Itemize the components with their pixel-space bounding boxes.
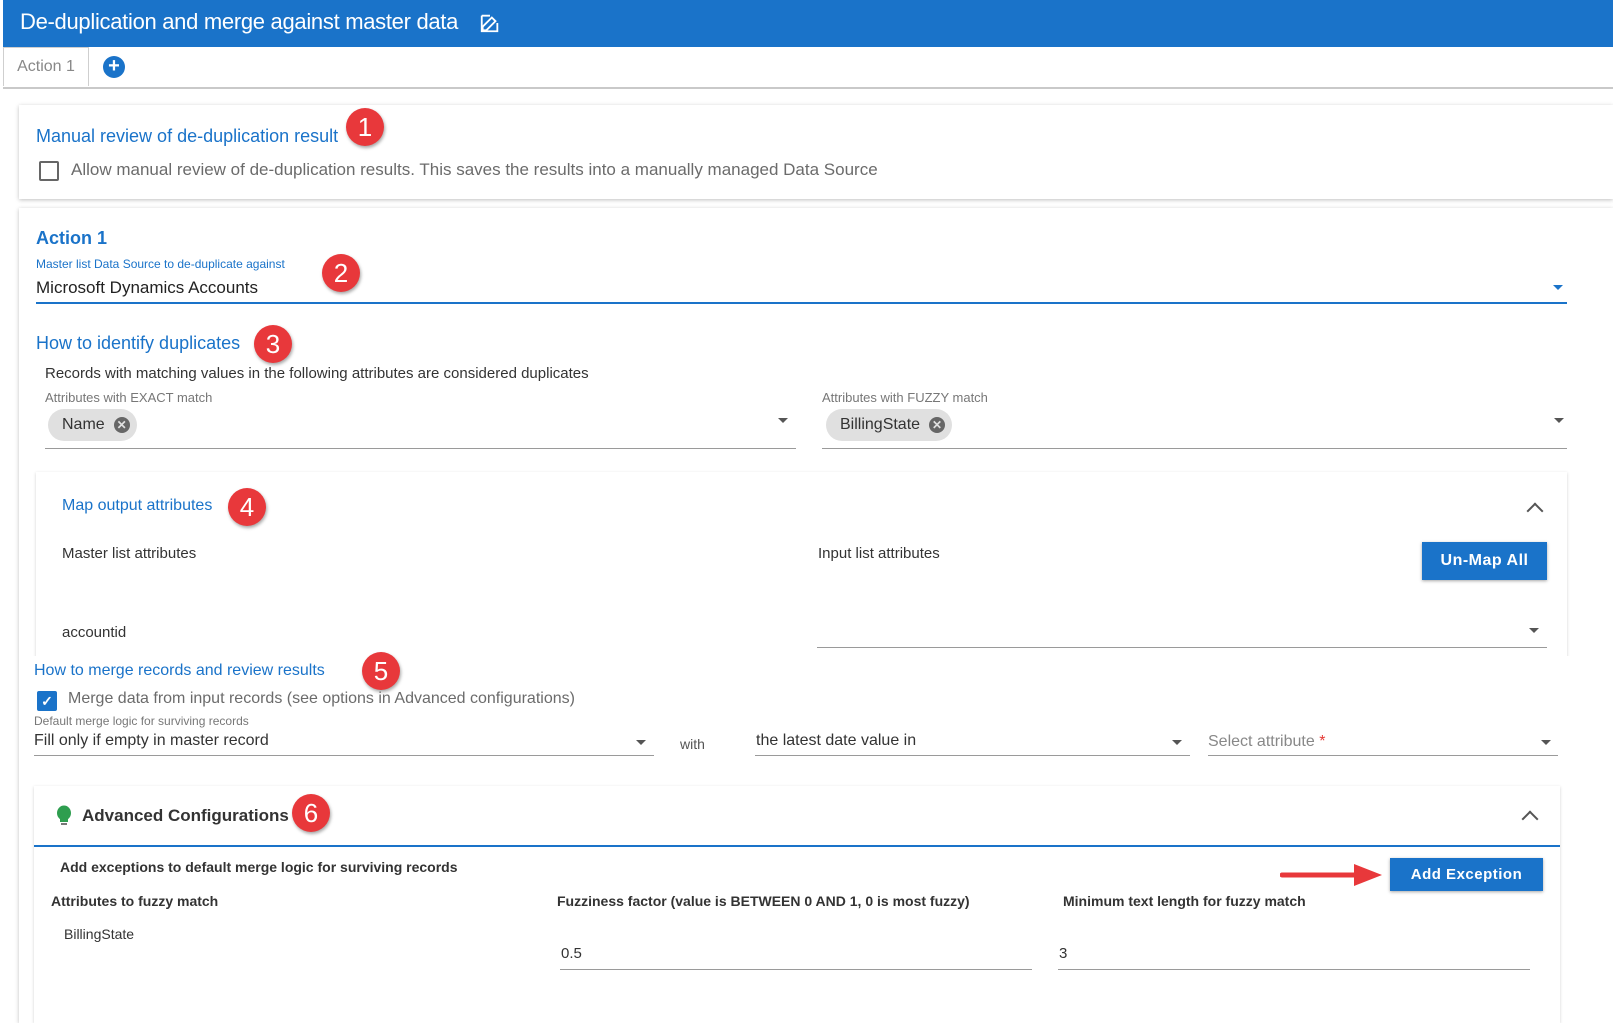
step-badge-6: 6	[292, 794, 330, 832]
chevron-down-icon[interactable]	[778, 418, 788, 423]
lightbulb-icon	[57, 805, 71, 825]
chevron-down-icon[interactable]	[1172, 740, 1182, 745]
map-output-heading[interactable]: Map output attributes	[62, 497, 212, 515]
master-source-underline	[36, 302, 1567, 304]
master-attributes-header: Master list attributes	[62, 545, 197, 562]
step-badge-3: 3	[254, 325, 292, 363]
merge-logic-label: Default merge logic for surviving record…	[34, 714, 249, 728]
remove-chip-icon[interactable]: ✕	[113, 417, 130, 433]
manual-review-heading: Manual review of de-duplication result	[36, 126, 339, 146]
step-badge-4: 4	[228, 488, 266, 526]
tab-action-1[interactable]: Action 1	[3, 47, 89, 86]
unmap-all-button[interactable]: Un-Map All	[1422, 542, 1547, 580]
fuzzy-match-label: Attributes with FUZZY match	[822, 390, 988, 405]
with-label: with	[680, 736, 705, 752]
advanced-config-title[interactable]: Advanced Configurations	[82, 806, 289, 826]
map-row-underline	[817, 647, 1547, 648]
step-badge-5: 5	[362, 652, 400, 690]
select-attribute-placeholder: Select attribute	[1208, 733, 1315, 750]
master-source-select[interactable]: Microsoft Dynamics Accounts	[36, 278, 258, 298]
action-title: Action 1	[36, 228, 108, 248]
merge-logic-select[interactable]: Fill only if empty in master record	[34, 732, 269, 750]
fuzzy-row-attribute: BillingState	[64, 926, 135, 942]
chevron-down-icon[interactable]	[1541, 740, 1551, 745]
exact-chip[interactable]: Name ✕	[48, 409, 137, 441]
fuzzy-underline	[822, 448, 1567, 449]
exact-chip-label: Name	[62, 416, 105, 433]
tab-bar: Action 1 +	[3, 47, 1613, 89]
min-text-length-underline	[1058, 969, 1530, 970]
chevron-down-icon[interactable]	[1554, 418, 1564, 423]
remove-chip-icon[interactable]: ✕	[929, 417, 946, 433]
fuzzy-chip-label: BillingState	[840, 416, 921, 433]
app-header: De-duplication and merge against master …	[3, 0, 1613, 47]
exceptions-label: Add exceptions to default merge logic fo…	[60, 859, 458, 875]
date-logic-select[interactable]: the latest date value in	[756, 732, 916, 750]
master-source-label: Master list Data Source to de-duplicate …	[36, 257, 285, 271]
fuzzy-chip[interactable]: BillingState ✕	[826, 409, 953, 441]
chevron-down-icon[interactable]	[1529, 628, 1539, 633]
step-badge-1: 1	[346, 108, 384, 146]
merge-checkbox-label: Merge data from input records (see optio…	[68, 690, 575, 707]
identify-heading: How to identify duplicates	[36, 333, 241, 353]
map-output-panel	[36, 472, 1567, 658]
merge-heading: How to merge records and review results	[34, 662, 325, 679]
merge-logic-underline	[34, 755, 654, 756]
exact-match-label: Attributes with EXACT match	[45, 390, 213, 405]
page-title: De-duplication and merge against master …	[20, 9, 459, 34]
select-attribute-select[interactable]: Select attribute *	[1208, 733, 1325, 751]
manual-review-card: Manual review of de-duplication result A…	[19, 105, 1613, 199]
select-attribute-underline	[1208, 755, 1558, 756]
add-tab-icon[interactable]: +	[103, 56, 125, 78]
map-row-attribute: accountid	[62, 624, 127, 641]
fuzziness-factor-underline	[560, 969, 1032, 970]
date-logic-underline	[755, 755, 1190, 756]
manual-review-checkbox-label: Allow manual review of de-duplication re…	[71, 160, 878, 179]
add-exception-button[interactable]: Add Exception	[1390, 858, 1543, 891]
arrow-pointer-icon	[1280, 864, 1382, 886]
fuzziness-factor-input[interactable]: 0.5	[561, 945, 582, 962]
advanced-config-divider	[34, 845, 1560, 847]
min-text-length-input[interactable]: 3	[1059, 945, 1067, 962]
step-badge-2: 2	[322, 254, 360, 292]
fuzziness-factor-header: Fuzziness factor (value is BETWEEN 0 AND…	[557, 893, 970, 909]
manual-review-checkbox[interactable]	[39, 161, 59, 181]
merge-checkbox[interactable]: ✓	[37, 691, 57, 711]
required-mark: *	[1319, 733, 1326, 750]
edit-icon[interactable]	[479, 12, 501, 34]
input-attributes-header: Input list attributes	[818, 545, 940, 562]
min-text-length-header: Minimum text length for fuzzy match	[1063, 893, 1306, 909]
fuzzy-attributes-header: Attributes to fuzzy match	[51, 893, 219, 909]
chevron-down-icon[interactable]	[636, 740, 646, 745]
chevron-down-icon[interactable]	[1553, 285, 1563, 290]
exact-underline	[45, 448, 796, 449]
identify-description: Records with matching values in the foll…	[45, 365, 589, 382]
